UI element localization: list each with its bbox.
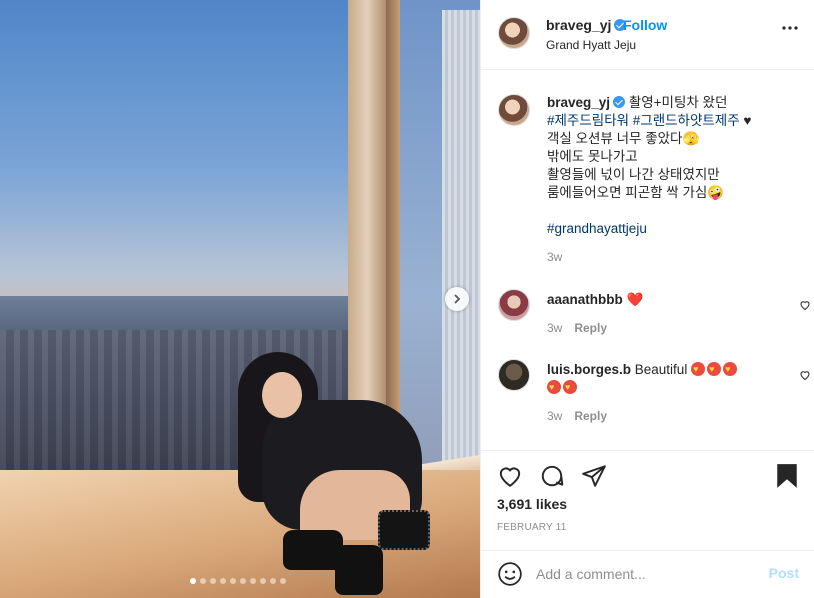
header-username[interactable]: braveg_yj <box>546 17 627 33</box>
post-actions: 3,691 likes FEBRUARY 11 <box>481 450 814 550</box>
photo-bag <box>378 510 430 550</box>
post-panel: braveg_yj Follow Grand Hyatt Jeju braveg… <box>480 0 814 598</box>
carousel-next-button[interactable] <box>445 287 469 311</box>
comment-body: Beautiful <box>634 362 688 377</box>
photo-person-face <box>262 372 302 418</box>
carousel-dot <box>230 578 236 584</box>
comment-age: 3w <box>547 409 563 423</box>
photo-boot <box>335 545 383 595</box>
heart-icon[interactable] <box>497 463 523 489</box>
heart-eyes-emoji-icon <box>563 378 577 396</box>
caption-line: 촬영들에 넋이 나간 상태였지만 <box>547 167 720 182</box>
caption-username[interactable]: braveg_yj <box>547 95 626 110</box>
reply-button[interactable]: Reply <box>574 409 607 423</box>
heart-eyes-emoji-icon <box>547 378 561 396</box>
avatar[interactable] <box>498 359 530 391</box>
post-photo[interactable] <box>0 0 480 598</box>
caption-line: 객실 오션뷰 너무 좋았다🫣 <box>547 131 700 146</box>
carousel-dot <box>240 578 246 584</box>
carousel-dot <box>200 578 206 584</box>
heart-eyes-emoji-icon <box>707 360 722 378</box>
caption-heart: ♥ <box>743 113 752 128</box>
comment-username[interactable]: aaanathbbb <box>547 292 623 307</box>
carousel-dot <box>220 578 226 584</box>
follow-button[interactable]: Follow <box>623 17 667 33</box>
verified-icon <box>613 96 626 108</box>
post-button[interactable]: Post <box>769 565 799 581</box>
heart-eyes-emoji-icon <box>691 360 706 378</box>
reply-button[interactable]: Reply <box>574 321 607 335</box>
carousel-dot <box>250 578 256 584</box>
photo-wall-panel <box>442 10 480 480</box>
carousel-dot <box>210 578 216 584</box>
caption-hashtag[interactable]: #grandhayattjeju <box>547 221 647 236</box>
post-header: braveg_yj Follow Grand Hyatt Jeju <box>481 0 814 70</box>
carousel-dots <box>190 578 286 584</box>
carousel-dot <box>260 578 266 584</box>
caption-meta: 3w <box>547 248 777 266</box>
smile-icon[interactable] <box>497 561 523 587</box>
caption-line: 룸에들어오면 피곤함 싹 가심🤪 <box>547 185 725 200</box>
more-icon[interactable] <box>782 26 798 30</box>
heart-icon[interactable] <box>799 299 811 311</box>
comment-age: 3w <box>547 321 563 335</box>
heart-icon[interactable] <box>799 369 811 381</box>
photo-boot <box>283 530 343 570</box>
comment-body: ❤️ <box>626 292 644 307</box>
comment-text: aaanathbbb ❤️ 3w Reply <box>547 291 777 337</box>
comment-text: luis.borges.b Beautiful 3w Reply <box>547 360 777 425</box>
carousel-dot <box>280 578 286 584</box>
bookmark-icon[interactable] <box>775 463 799 489</box>
carousel-dot <box>190 578 196 584</box>
comment-meta: 3w Reply <box>547 407 777 425</box>
comment-username[interactable]: luis.borges.b <box>547 362 631 377</box>
caption-text: braveg_yj 촬영+미팅차 왔던 #제주드림타워 #그랜드하얏트제주 ♥ … <box>547 94 777 266</box>
comment-icon[interactable] <box>539 463 565 489</box>
avatar[interactable] <box>498 17 530 49</box>
comments-section: braveg_yj 촬영+미팅차 왔던 #제주드림타워 #그랜드하얏트제주 ♥ … <box>481 70 814 450</box>
add-comment-bar: Post <box>481 550 814 598</box>
caption-line: 밖에도 못나가고 <box>547 149 638 164</box>
avatar[interactable] <box>498 94 530 126</box>
avatar[interactable] <box>498 289 530 321</box>
caption-line: 촬영+미팅차 왔던 <box>628 95 728 110</box>
share-icon[interactable] <box>581 463 607 489</box>
chevron-right-icon <box>454 294 461 304</box>
location-link[interactable]: Grand Hyatt Jeju <box>546 38 636 52</box>
comment-meta: 3w Reply <box>547 319 777 337</box>
carousel-dot <box>270 578 276 584</box>
post-date: FEBRUARY 11 <box>497 522 567 533</box>
heart-eyes-emoji-icon <box>723 360 738 378</box>
caption-hashtags[interactable]: #제주드림타워 #그랜드하얏트제주 <box>547 113 740 128</box>
caption-age: 3w <box>547 250 563 264</box>
comment-input[interactable] <box>536 563 756 585</box>
likes-count[interactable]: 3,691 likes <box>497 496 567 512</box>
